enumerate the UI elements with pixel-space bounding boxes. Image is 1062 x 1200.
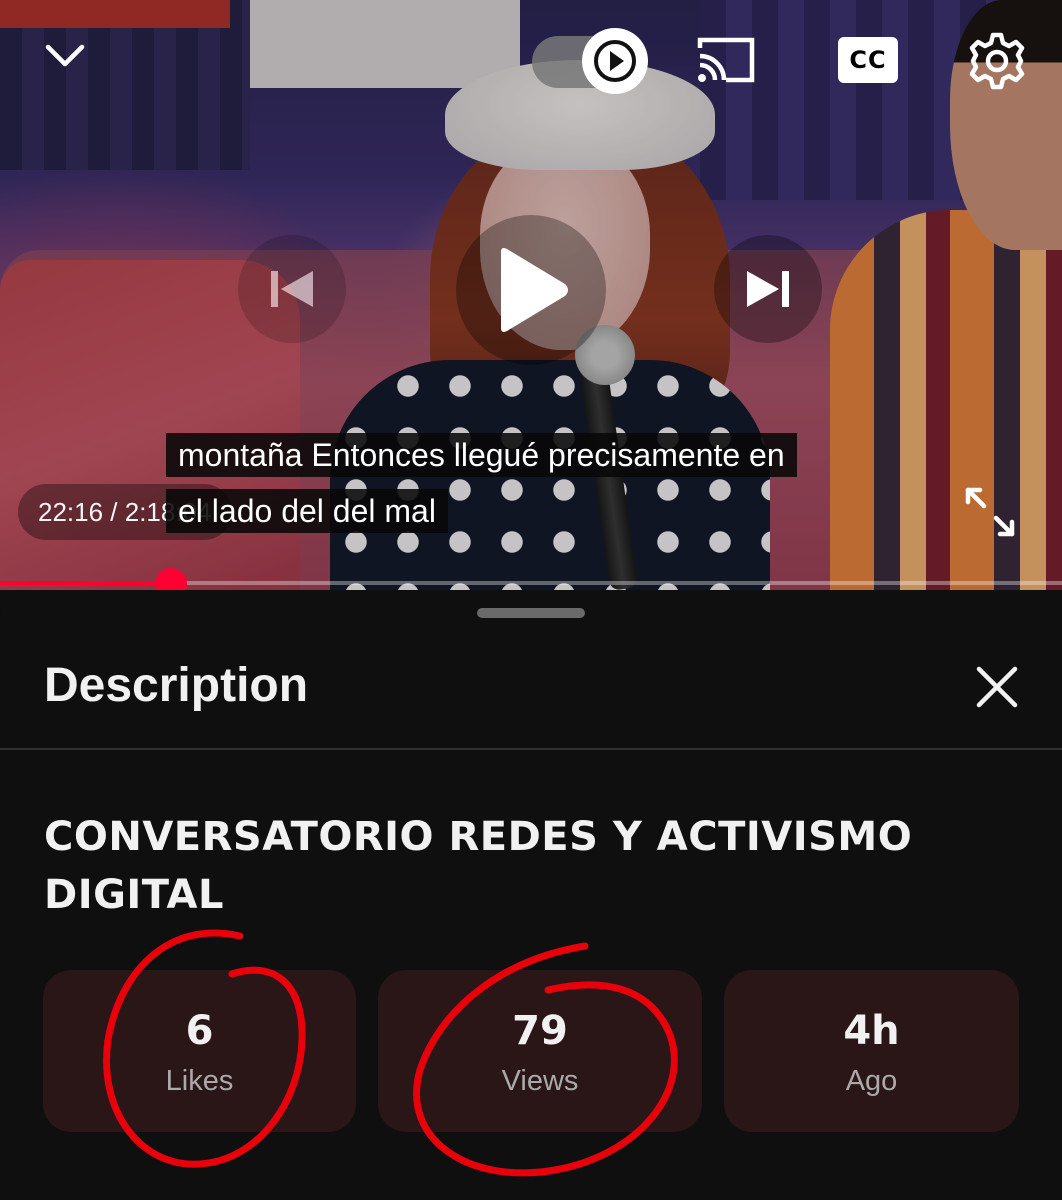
views-stat: 79 Views	[378, 970, 702, 1132]
progress-played	[0, 581, 171, 585]
panel-title: Description	[44, 659, 309, 712]
upload-age-label: Ago	[845, 1064, 898, 1097]
skip-previous-icon	[271, 271, 313, 307]
close-button[interactable]	[962, 652, 1032, 722]
likes-stat: 6 Likes	[43, 970, 356, 1132]
current-time: 22:16	[38, 497, 104, 527]
cast-icon	[697, 37, 755, 83]
drag-handle[interactable]	[477, 608, 585, 618]
upload-age-stat: 4h Ago	[724, 970, 1019, 1132]
previous-video-button[interactable]	[238, 235, 346, 343]
likes-count: 6	[185, 1007, 214, 1054]
likes-label: Likes	[165, 1064, 234, 1097]
time-separator: /	[103, 497, 125, 527]
play-icon	[501, 248, 568, 332]
close-icon	[976, 666, 1018, 708]
settings-button[interactable]	[962, 26, 1032, 96]
fullscreen-icon	[965, 487, 1015, 537]
chevron-down-icon	[45, 44, 85, 67]
minimize-player-button[interactable]	[30, 28, 100, 84]
cast-button[interactable]	[690, 30, 762, 90]
description-panel: Description CONVERSATORIO REDES Y ACTIVI…	[0, 590, 1062, 1200]
captions-button[interactable]: CC	[832, 30, 904, 90]
fullscreen-button[interactable]	[950, 472, 1030, 552]
caption-line: el lado del del mal	[166, 489, 448, 533]
caption-line: montaña Entonces llegué precisamente en	[166, 433, 797, 477]
video-player[interactable]: CC 22:16 / 2:18:04 montaña Entonces lleg…	[0, 0, 1062, 590]
video-title: CONVERSATORIO REDES Y ACTIVISMO DIGITAL	[44, 814, 913, 918]
cc-icon: CC	[838, 37, 898, 83]
play-icon	[594, 40, 636, 82]
divider	[0, 748, 1062, 750]
play-pause-button[interactable]	[456, 215, 606, 365]
gear-icon	[969, 32, 1025, 90]
views-label: Views	[501, 1064, 579, 1097]
skip-next-icon	[747, 271, 789, 307]
autoplay-toggle[interactable]	[532, 28, 648, 94]
upload-age-value: 4h	[843, 1007, 900, 1054]
next-video-button[interactable]	[714, 235, 822, 343]
views-count: 79	[512, 1007, 568, 1054]
